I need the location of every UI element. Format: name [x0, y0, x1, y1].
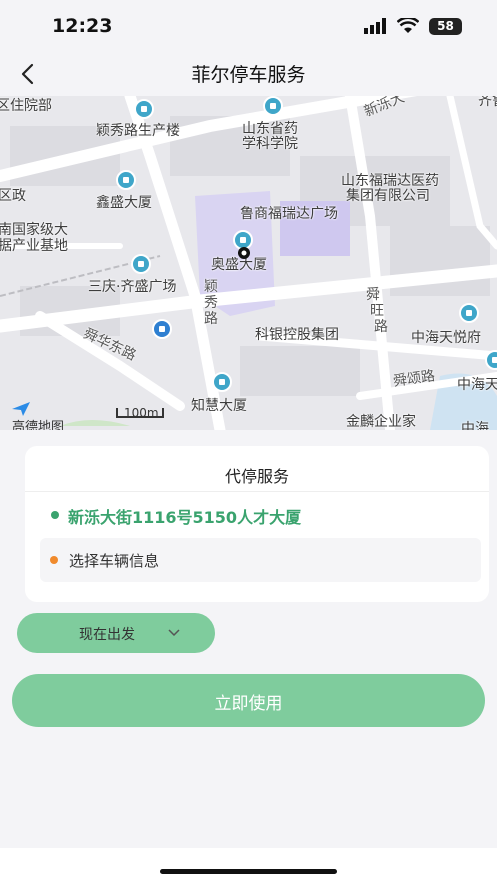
- map-view[interactable]: 区住院部 颖秀路生产楼 山东省药 学科学院 新泺大 齐鲁 山东福瑞达医药 集团有…: [0, 96, 497, 430]
- poi-marker-icon: [459, 303, 479, 323]
- battery-level: 58: [437, 19, 454, 33]
- map-label: 区政: [0, 188, 26, 204]
- use-now-button[interactable]: 立即使用: [12, 674, 485, 727]
- address-dot-icon: [51, 511, 59, 519]
- map-label: 中海: [461, 421, 489, 430]
- map-label: 中海天悦府: [411, 330, 481, 346]
- map-label: 金麟企业家: [346, 414, 416, 430]
- poi-marker-icon: [134, 99, 154, 119]
- service-card-title: 代停服务: [224, 467, 289, 486]
- status-time: 12:23: [52, 15, 113, 37]
- battery-icon: 58: [429, 18, 462, 35]
- map-brand-logo: 高德地图: [12, 402, 64, 430]
- service-card: 代停服务 新泺大街1116号5150人才大厦 选择车辆信息: [25, 446, 489, 602]
- chevron-down-icon: [168, 629, 180, 637]
- map-label: 学科学院: [242, 136, 298, 152]
- map-scale-label: 100m: [124, 406, 159, 420]
- map-label: 中海天: [457, 377, 497, 393]
- bottom-bar: [0, 848, 497, 883]
- status-bar: 12:23 58: [0, 0, 497, 50]
- map-label: 颖秀路生产楼: [96, 123, 180, 139]
- select-vehicle-field[interactable]: 选择车辆信息: [40, 538, 481, 582]
- map-label: 齐鲁: [478, 96, 497, 109]
- nav-bar: 菲尔停车服务: [0, 50, 497, 96]
- map-label: 鑫盛大厦: [96, 195, 152, 211]
- poi-marker-icon: [212, 372, 232, 392]
- poi-marker-icon: [263, 96, 283, 116]
- use-now-label: 立即使用: [214, 694, 283, 714]
- depart-time-label: 现在出发: [79, 627, 135, 643]
- select-vehicle-placeholder: 选择车辆信息: [69, 552, 160, 570]
- map-label: 路: [374, 319, 388, 335]
- depart-time-selector[interactable]: 现在出发: [17, 613, 215, 653]
- poi-marker-icon: [131, 254, 151, 274]
- map-label: 科银控股集团: [255, 327, 339, 343]
- map-label: 知慧大厦: [191, 398, 247, 414]
- map-label: 三庆·齐盛广场: [88, 279, 177, 295]
- map-label: 据产业基地: [0, 238, 68, 254]
- poi-marker-icon: [116, 170, 136, 190]
- map-label: 路: [204, 311, 218, 327]
- pickup-address[interactable]: 新泺大街1116号5150人才大厦: [68, 504, 301, 528]
- map-label: 鲁商福瑞达广场: [240, 206, 338, 222]
- map-brand-icon: [12, 402, 30, 416]
- map-label: 区住院部: [0, 98, 52, 114]
- map-brand-text: 高德地图: [12, 420, 65, 430]
- location-pin-icon: [238, 247, 250, 259]
- map-label: 集团有限公司: [346, 188, 430, 204]
- vehicle-dot-icon: [50, 556, 58, 564]
- page-title: 菲尔停车服务: [191, 64, 306, 86]
- home-indicator[interactable]: [160, 869, 337, 874]
- wifi-icon: [397, 18, 419, 33]
- cellular-signal-icon: [364, 18, 386, 34]
- gas-station-icon: [152, 319, 172, 339]
- divider: [25, 491, 489, 492]
